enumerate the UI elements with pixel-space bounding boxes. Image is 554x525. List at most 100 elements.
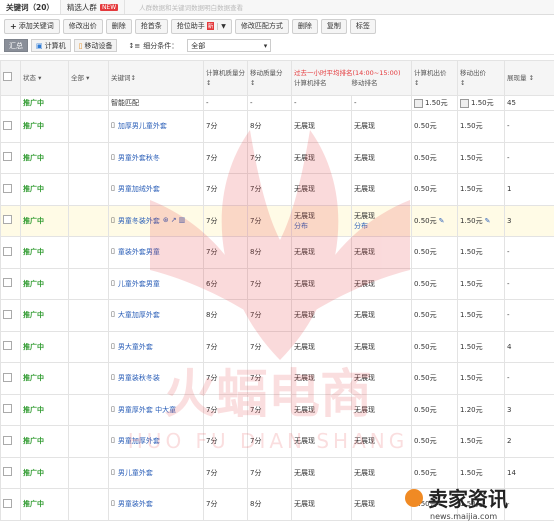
row-select-cell[interactable] [0,141,21,174]
keyword-link[interactable]: 童装外套男童 [118,247,160,257]
row-select-cell[interactable] [0,456,21,489]
keyword-link[interactable]: 男童冬装外套 [118,216,160,226]
distribution-link[interactable]: 分布 [294,222,308,230]
trash-icon[interactable]: ▥ [179,216,186,224]
pc-rank-value: 无展现 [294,437,315,446]
row-checkbox[interactable] [3,183,12,193]
row-checkbox[interactable] [3,215,12,225]
pc-bid-cell[interactable]: 0.50元 [411,141,459,174]
row-select-cell[interactable] [0,204,21,237]
keyword-link[interactable]: 男童外套秋冬 [118,153,160,163]
pc-bid-cell[interactable]: 0.50元 [411,425,459,458]
row-select-cell[interactable] [0,110,21,143]
row-checkbox[interactable] [3,246,12,256]
status-header[interactable]: 状态 ▾ [20,60,69,96]
delete-top-button[interactable]: 删除 [105,18,132,34]
mobile-bid-cell[interactable]: 1.50元 [457,236,506,269]
keyword-link[interactable]: 儿童外套男童 [118,279,160,289]
pc-bid-cell[interactable]: 0.50元 [411,173,459,206]
row-checkbox[interactable] [3,341,12,351]
edit-pencil-icon[interactable]: ✎ [439,217,445,225]
row-checkbox[interactable] [3,404,12,414]
mobile-bid-cell[interactable]: 1.50元 [457,110,506,143]
mobile-score-header[interactable]: 移动质量分 ↕ [247,60,292,96]
tag-button[interactable]: 标签 [349,18,376,34]
pc-bid-cell[interactable]: 0.50元 [411,393,459,426]
pc-bid-cell[interactable]: 0.50元 [411,110,459,143]
mobile-bid-header[interactable]: 移动出价 ↕ [457,60,506,96]
keyword-link[interactable]: 加厚男儿童外套 [118,121,167,131]
keyword-link[interactable]: 男儿童外套 [118,468,153,478]
edit-pencil-icon[interactable]: ✎ [485,217,491,225]
edit-match-button[interactable]: 修改匹配方式 [234,18,289,34]
mobile-bid-cell[interactable]: 1.50元 [457,267,506,300]
mobile-bid-cell[interactable]: 1.50元 [457,362,506,395]
row-checkbox[interactable] [3,372,12,382]
row-select-cell[interactable] [0,393,21,426]
mobile-bid-cell[interactable]: 1.50元 [457,141,506,174]
select-all-checkbox[interactable] [3,72,12,81]
row-checkbox[interactable] [3,498,12,508]
distribution-link[interactable]: 分布 [354,222,368,230]
mobile-bid-cell[interactable]: 1.50元 [457,95,506,111]
mobile-bid-cell[interactable]: 1.50元 [457,173,506,206]
delete-button[interactable]: 删除 [291,18,318,34]
row-select-cell[interactable] [0,299,21,332]
rush-first-button[interactable]: 抢首条 [134,18,168,34]
settings-icon[interactable]: ⊛ [163,216,169,224]
row-select-cell[interactable] [0,362,21,395]
segment-select[interactable]: 全部 ▾ [187,39,272,52]
keyword-link[interactable]: 男童加厚外套 [118,436,160,446]
keyword-link[interactable]: 男童装秋冬装 [118,373,160,383]
select-all-cell[interactable] [0,60,21,96]
row-select-cell[interactable] [0,173,21,206]
summary-toggle[interactable]: 汇总 [4,39,28,52]
pc-bid-cell[interactable]: 1.50元 [411,95,459,111]
pc-bid-cell[interactable]: 0.50元 [411,236,459,269]
copy-button[interactable]: 复制 [320,18,347,34]
mobile-toggle[interactable]: ▯ 移动设备 [73,39,118,52]
mobile-bid-cell[interactable]: 1.50元 [457,330,506,363]
row-checkbox[interactable] [3,278,12,288]
tab-crowd[interactable]: 精选人群 NEW [61,0,126,14]
add-keyword-button[interactable]: + 添加关键词 [4,18,60,34]
pc-bid-header[interactable]: 计算机出价 ↕ [411,60,459,96]
sort-icon[interactable]: ↕ [131,74,136,82]
mobile-bid-cell[interactable]: 1.50元 [457,425,506,458]
row-select-cell[interactable] [0,330,21,363]
pc-bid-cell[interactable]: 0.50元 [411,330,459,363]
row-checkbox[interactable] [3,435,12,445]
row-select-cell[interactable] [0,425,21,458]
row-select-cell[interactable] [0,95,21,111]
chevron-down-icon[interactable]: ▼ [217,22,226,30]
keyword-link[interactable]: 男童加绒外套 [118,184,160,194]
mobile-bid-cell[interactable]: 1.20元 [457,393,506,426]
pc-bid-cell[interactable]: 0.50元 ✎ [411,204,459,237]
tab-keywords[interactable]: 关键词（20） [0,0,61,14]
row-checkbox[interactable] [3,467,12,477]
edit-bid-button[interactable]: 修改出价 [62,18,103,34]
keyword-link[interactable]: 男童装外套 [118,499,153,509]
row-select-cell[interactable] [0,267,21,300]
pc-score-header[interactable]: 计算机质量分 ↕ [203,60,248,96]
pc-bid-cell[interactable]: 0.50元 [411,299,459,332]
rank-assistant-button[interactable]: 抢位助手新 ▼ [170,18,232,34]
row-checkbox[interactable] [3,120,12,130]
keyword-link[interactable]: 男童厚外套 中大童 [118,405,176,415]
pc-bid-cell[interactable]: 0.50元 [411,362,459,395]
row-checkbox[interactable] [3,152,12,162]
impressions-cell: - [504,299,554,332]
row-checkbox[interactable] [3,309,12,319]
pc-bid-cell[interactable]: 0.50元 [411,267,459,300]
keyword-link[interactable]: 男大童外套 [118,342,153,352]
mobile-bid-cell[interactable]: 1.50元 ✎ [457,204,506,237]
mobile-bid-cell[interactable]: 1.50元 [457,299,506,332]
keyword-link[interactable]: 大童加厚外套 [118,310,160,320]
all-filter-header[interactable]: 全部 ▾ [68,60,109,96]
row-select-cell[interactable] [0,236,21,269]
pc-toggle[interactable]: ▣ 计算机 [31,39,71,52]
impressions-header[interactable]: 展现量 ↕ [504,60,554,96]
row-select-cell[interactable] [0,488,21,521]
empty-cell [68,488,109,521]
trend-chart-icon[interactable]: ↗ [171,216,177,224]
